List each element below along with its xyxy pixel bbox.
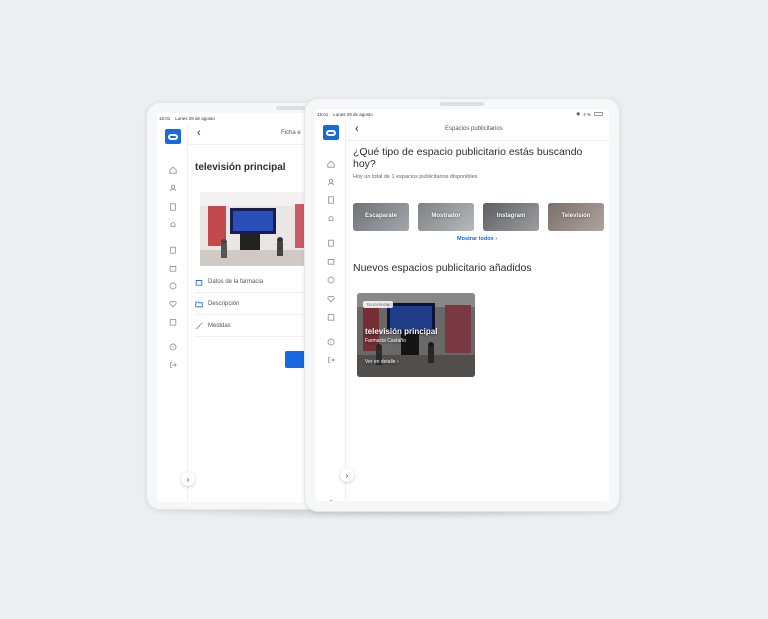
document-icon[interactable] bbox=[326, 195, 335, 204]
folder-icon bbox=[195, 300, 203, 308]
store-icon[interactable] bbox=[168, 263, 177, 272]
user-icon[interactable] bbox=[168, 183, 177, 192]
status-date: Lunes 29 de agosto bbox=[175, 115, 215, 121]
smile-icon[interactable] bbox=[326, 275, 335, 284]
help-icon[interactable]: ? bbox=[326, 337, 335, 346]
list-item-label: Datos de la farmacia bbox=[208, 278, 264, 285]
bell-icon[interactable] bbox=[168, 220, 177, 229]
category-television[interactable]: Televisión bbox=[548, 203, 604, 231]
clipboard-icon[interactable] bbox=[168, 245, 177, 254]
settings-icon[interactable] bbox=[168, 500, 177, 502]
category-label: Instagram bbox=[496, 213, 526, 219]
right-tablet: 15:01 Lunes 29 de agosto ◉ 4 % ? › ‹ Espa… bbox=[304, 98, 620, 512]
page-title: televisión principal bbox=[195, 162, 286, 173]
category-instagram[interactable]: Instagram bbox=[483, 203, 539, 231]
space-card[interactable]: TELEVISIÓN televisión principal Farmacia… bbox=[357, 293, 475, 377]
help-icon[interactable]: ? bbox=[168, 342, 177, 351]
right-screen: 15:01 Lunes 29 de agosto ◉ 4 % ? › ‹ Espa… bbox=[315, 109, 609, 501]
top-bar: ‹ Espacios publicitarios bbox=[347, 119, 609, 141]
ruler-icon bbox=[195, 322, 203, 330]
battery-icon bbox=[594, 112, 603, 116]
logout-icon[interactable] bbox=[168, 360, 177, 369]
category-escaparate[interactable]: Escaparate bbox=[353, 203, 409, 231]
smile-icon[interactable] bbox=[168, 281, 177, 290]
store-icon bbox=[195, 278, 203, 286]
space-type-badge: TELEVISIÓN bbox=[363, 301, 393, 308]
status-bar: 15:01 Lunes 29 de agosto bbox=[159, 114, 328, 122]
calendar-icon[interactable] bbox=[326, 312, 335, 321]
space-card-subtitle: Farmacia Castaño bbox=[365, 338, 406, 344]
app-logo[interactable] bbox=[165, 129, 181, 144]
category-label: Mostrador bbox=[431, 213, 461, 219]
svg-text:?: ? bbox=[329, 339, 332, 344]
document-icon[interactable] bbox=[168, 202, 177, 211]
bell-icon[interactable] bbox=[326, 214, 335, 223]
svg-text:?: ? bbox=[171, 344, 174, 349]
user-icon[interactable] bbox=[326, 177, 335, 186]
section-heading: ¿Qué tipo de espacio publicitario estás … bbox=[353, 146, 583, 170]
heart-icon[interactable] bbox=[326, 294, 335, 303]
store-icon[interactable] bbox=[326, 256, 335, 265]
category-label: Escaparate bbox=[364, 213, 398, 219]
nav-rail: ? bbox=[315, 119, 346, 501]
show-all-link[interactable]: Mostrar todos › bbox=[457, 236, 497, 242]
logout-icon[interactable] bbox=[326, 355, 335, 364]
expand-sidebar-button[interactable]: › bbox=[181, 472, 195, 486]
view-detail-link[interactable]: Ver en detalle › bbox=[365, 359, 399, 365]
status-time: 15:01 bbox=[317, 111, 329, 117]
home-icon[interactable] bbox=[168, 165, 177, 174]
status-time: 15:01 bbox=[159, 115, 171, 121]
list-item-label: Medidas bbox=[208, 322, 231, 329]
calendar-icon[interactable] bbox=[168, 317, 177, 326]
nav-rail: ? bbox=[157, 123, 188, 502]
heart-icon[interactable] bbox=[168, 299, 177, 308]
category-label: Televisión bbox=[561, 213, 591, 219]
back-arrow-icon[interactable]: ‹ bbox=[355, 123, 359, 135]
expand-sidebar-button[interactable]: › bbox=[340, 468, 354, 482]
availability-text: Hoy un total de 1 espacios publicitarios… bbox=[353, 174, 478, 180]
new-spaces-heading: Nuevos espacios publicitario añadidos bbox=[353, 262, 532, 274]
top-bar-title: Ficha e bbox=[281, 130, 301, 136]
back-arrow-icon[interactable]: ‹ bbox=[197, 127, 201, 139]
category-mostrador[interactable]: Mostrador bbox=[418, 203, 474, 231]
clipboard-icon[interactable] bbox=[326, 238, 335, 247]
space-card-title: televisión principal bbox=[365, 327, 438, 336]
camera-bar bbox=[276, 106, 306, 110]
wifi-icon: ◉ bbox=[576, 111, 581, 116]
settings-icon[interactable] bbox=[326, 498, 335, 501]
top-bar-title: Espacios publicitarios bbox=[445, 126, 503, 132]
status-battery: 4 % bbox=[583, 111, 591, 117]
home-icon[interactable] bbox=[326, 159, 335, 168]
status-date: Lunes 29 de agosto bbox=[333, 111, 373, 117]
chevron-right-icon: › bbox=[495, 236, 498, 242]
camera-bar bbox=[440, 102, 484, 106]
app-logo[interactable] bbox=[323, 125, 339, 140]
list-item-label: Descripción bbox=[208, 300, 240, 307]
status-bar: 15:01 Lunes 29 de agosto ◉ 4 % bbox=[317, 110, 603, 118]
